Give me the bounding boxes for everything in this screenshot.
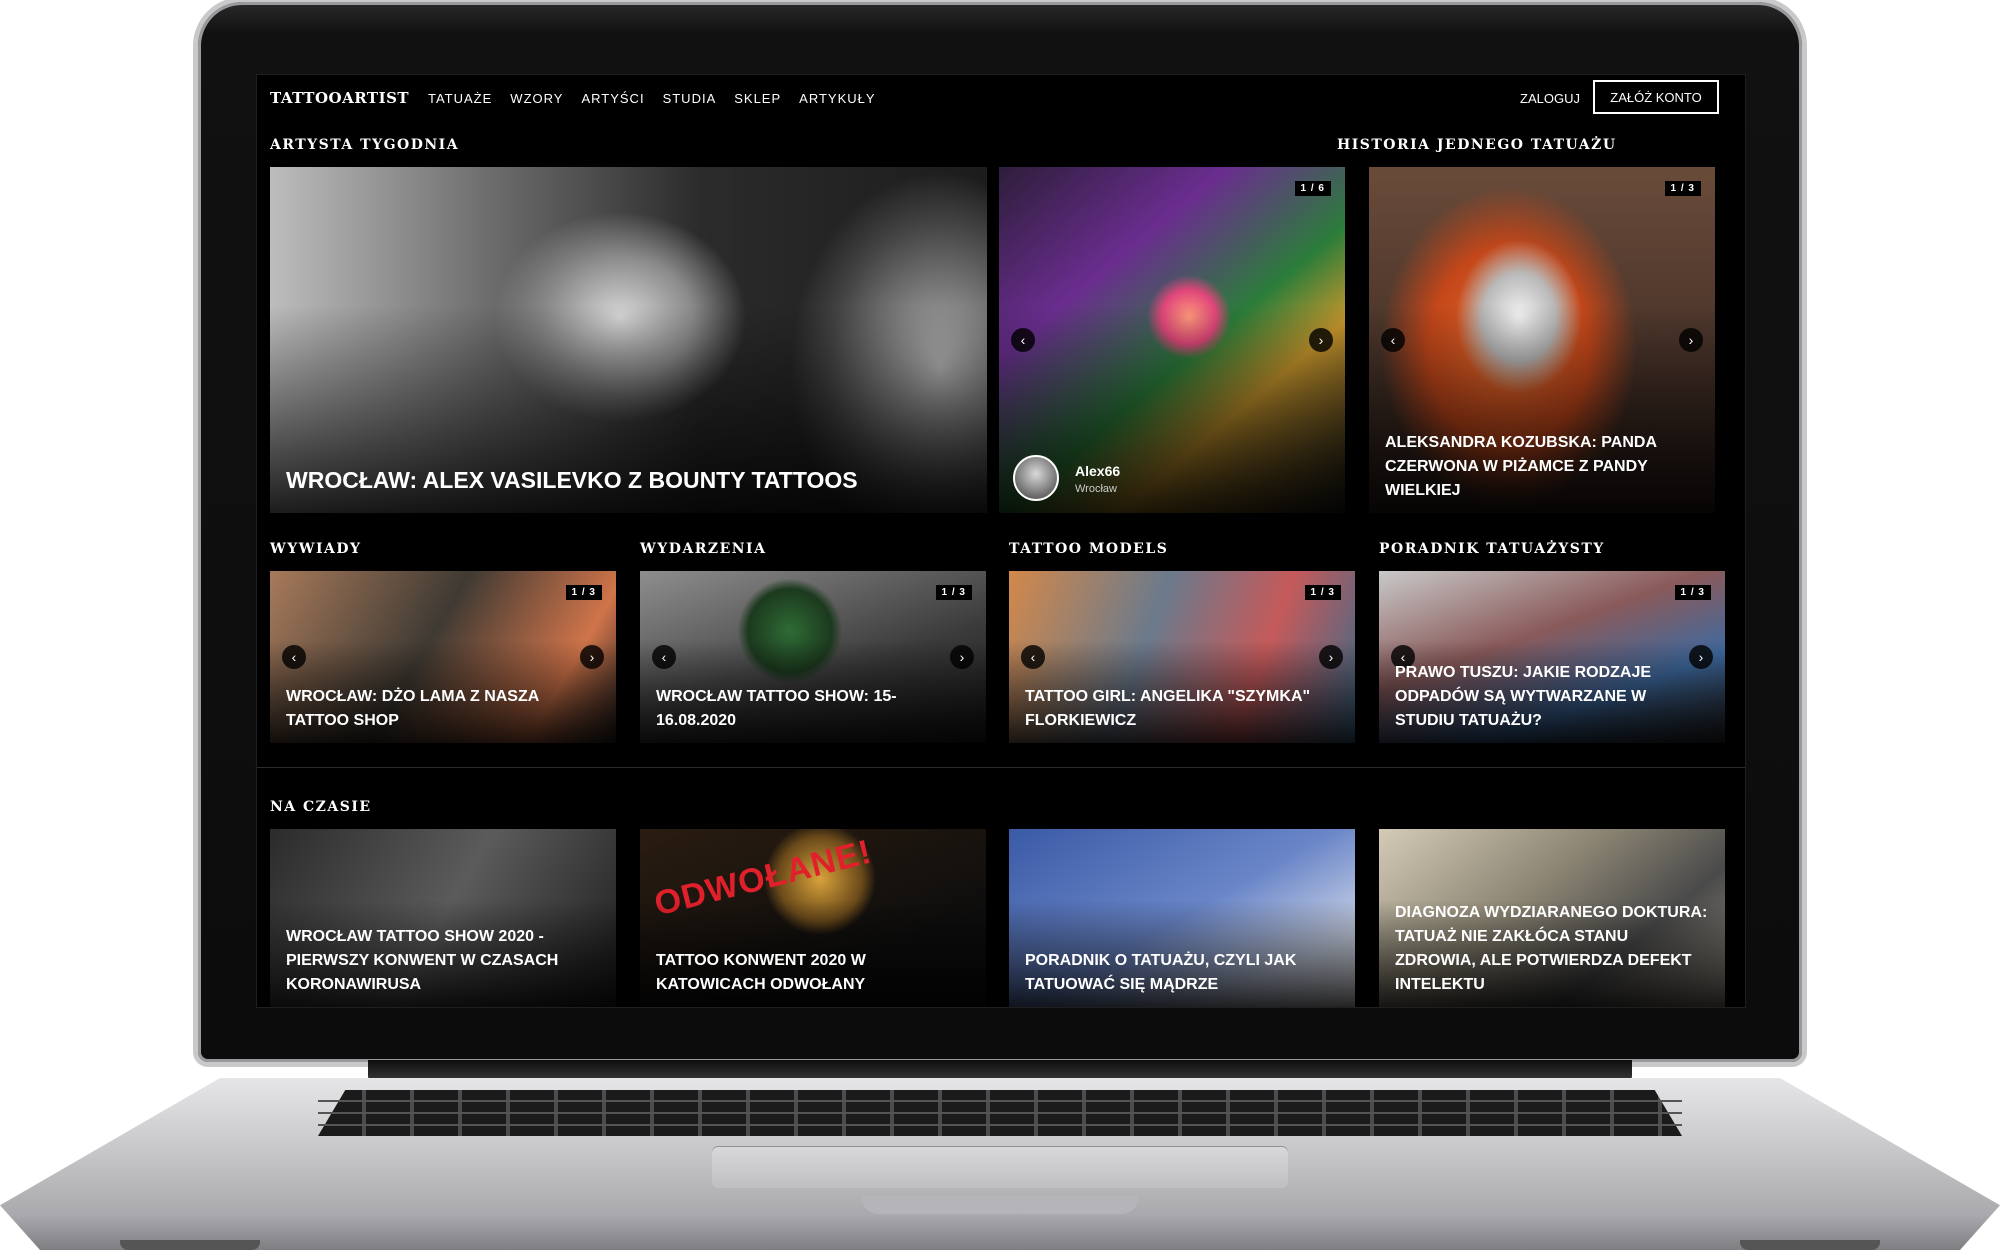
section-label-events: WYDARZENIA: [640, 541, 767, 557]
featured-title[interactable]: WROCŁAW: ALEX VASILEVKO Z BOUNTY TATTOOS: [286, 465, 971, 495]
interview-card[interactable]: 1 / 3 ‹ › WROCŁAW: DŻO LAMA Z NASZA TATT…: [270, 571, 616, 743]
guide-card[interactable]: 1 / 3 ‹ › PRAWO TUSZU: JAKIE RODZAJE ODP…: [1379, 571, 1725, 743]
section-label-trending: NA CZASIE: [270, 799, 372, 815]
card-title[interactable]: TATTOO GIRL: ANGELIKA "SZYMKA" FLORKIEWI…: [1025, 685, 1339, 733]
laptop-lip: [862, 1196, 1138, 1214]
featured-article-card[interactable]: WROCŁAW: ALEX VASILEVKO Z BOUNTY TATTOOS: [270, 167, 987, 513]
slide-counter: 1 / 3: [565, 585, 602, 600]
section-label-artist-of-week: ARTYSTA TYGODNIA: [270, 137, 460, 153]
section-divider: [257, 767, 1745, 768]
card-title[interactable]: PORADNIK O TATUAŻU, CZYLI JAK TATUOWAĆ S…: [1025, 949, 1339, 997]
card-title[interactable]: DIAGNOZA WYDZIARANEGO DOKTURA: TATUAŻ NI…: [1395, 901, 1709, 997]
keyboard-row: [318, 1112, 1682, 1114]
event-card[interactable]: 1 / 3 ‹ › WROCŁAW TATTOO SHOW: 15-16.08.…: [640, 571, 986, 743]
card-title[interactable]: WROCŁAW TATTOO SHOW: 15-16.08.2020: [656, 685, 970, 733]
laptop-foot: [1740, 1240, 1880, 1250]
card-title[interactable]: WROCŁAW: DŻO LAMA Z NASZA TATTOO SHOP: [286, 685, 600, 733]
keyboard-row: [318, 1124, 1682, 1126]
keyboard-row: [318, 1100, 1682, 1102]
tattoo-story-card[interactable]: 1 / 3 ‹ › ALEKSANDRA KOZUBSKA: PANDA CZE…: [1369, 167, 1715, 513]
register-button[interactable]: ZAŁÓŻ KONTO: [1593, 80, 1719, 114]
nav-menu: TATUAŻE WZORY ARTYŚCI STUDIA SKLEP ARTYK…: [428, 91, 876, 106]
nav-link-artysci[interactable]: ARTYŚCI: [581, 91, 644, 106]
nav-link-wzory[interactable]: WZORY: [510, 91, 563, 106]
section-label-guide: PORADNIK TATUAŻYSTY: [1379, 541, 1605, 557]
card-title[interactable]: PRAWO TUSZU: JAKIE RODZAJE ODPADÓW SĄ WY…: [1395, 661, 1709, 733]
trending-card[interactable]: PORADNIK O TATUAŻU, CZYLI JAK TATUOWAĆ S…: [1009, 829, 1355, 1007]
next-arrow-icon[interactable]: ›: [1679, 328, 1703, 352]
gallery-card[interactable]: 1 / 6 ‹ › Alex66 Wrocław: [999, 167, 1345, 513]
slide-counter: 1 / 3: [1304, 585, 1341, 600]
tattoo-model-card[interactable]: 1 / 3 ‹ › TATTOO GIRL: ANGELIKA "SZYMKA"…: [1009, 571, 1355, 743]
section-label-tattoo-story: HISTORIA JEDNEGO TATUAŻU: [1337, 137, 1617, 153]
prev-arrow-icon[interactable]: ‹: [1381, 328, 1405, 352]
site-logo[interactable]: TATTOOARTIST: [270, 89, 409, 107]
next-arrow-icon[interactable]: ›: [1309, 328, 1333, 352]
laptop-trackpad: [712, 1146, 1288, 1188]
trending-card[interactable]: WROCŁAW TATTOO SHOW 2020 - PIERWSZY KONW…: [270, 829, 616, 1007]
author-name[interactable]: Alex66: [1075, 463, 1120, 479]
prev-arrow-icon[interactable]: ‹: [282, 645, 306, 669]
laptop-foot: [120, 1240, 260, 1250]
nav-link-artykuly[interactable]: ARTYKUŁY: [799, 91, 875, 106]
nav-link-studia[interactable]: STUDIA: [663, 91, 717, 106]
top-navigation: TATTOOARTIST TATUAŻE WZORY ARTYŚCI STUDI…: [270, 75, 1732, 121]
website: TATTOOARTIST TATUAŻE WZORY ARTYŚCI STUDI…: [257, 75, 1745, 1007]
prev-arrow-icon[interactable]: ‹: [652, 645, 676, 669]
trending-card[interactable]: ODWOŁANE! TATTOO KONWENT 2020 W KATOWICA…: [640, 829, 986, 1007]
nav-link-tatuaze[interactable]: TATUAŻE: [428, 91, 492, 106]
author-city: Wrocław: [1075, 483, 1117, 495]
login-link[interactable]: ZALOGUJ: [1520, 91, 1580, 106]
slide-counter: 1 / 3: [935, 585, 972, 600]
slide-counter: 1 / 3: [1674, 585, 1711, 600]
section-label-tattoo-models: TATTOO MODELS: [1009, 541, 1169, 557]
author-avatar[interactable]: [1013, 455, 1059, 501]
card-title[interactable]: TATTOO KONWENT 2020 W KATOWICACH ODWOŁAN…: [656, 949, 970, 997]
section-label-interviews: WYWIADY: [270, 541, 362, 557]
slide-counter: 1 / 6: [1294, 181, 1331, 196]
slide-counter: 1 / 3: [1664, 181, 1701, 196]
prev-arrow-icon[interactable]: ‹: [1021, 645, 1045, 669]
prev-arrow-icon[interactable]: ‹: [1011, 328, 1035, 352]
card-title[interactable]: WROCŁAW TATTOO SHOW 2020 - PIERWSZY KONW…: [286, 925, 600, 997]
next-arrow-icon[interactable]: ›: [950, 645, 974, 669]
nav-link-sklep[interactable]: SKLEP: [734, 91, 781, 106]
story-title[interactable]: ALEKSANDRA KOZUBSKA: PANDA CZERWONA W PI…: [1385, 431, 1699, 503]
next-arrow-icon[interactable]: ›: [1319, 645, 1343, 669]
laptop-screen: TATTOOARTIST TATUAŻE WZORY ARTYŚCI STUDI…: [256, 74, 1746, 1008]
next-arrow-icon[interactable]: ›: [580, 645, 604, 669]
trending-card[interactable]: DIAGNOZA WYDZIARANEGO DOKTURA: TATUAŻ NI…: [1379, 829, 1725, 1007]
